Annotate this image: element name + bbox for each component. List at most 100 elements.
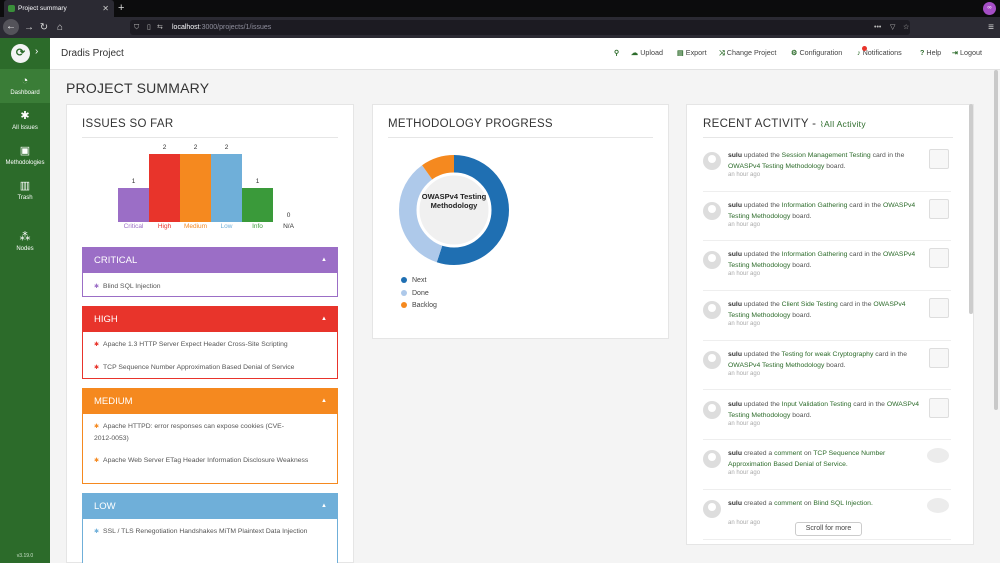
issue-group-header-critical[interactable]: CRITICAL ▲ xyxy=(83,248,337,273)
activity-scrollbar[interactable] xyxy=(969,104,973,314)
activity-target-link[interactable]: OWASPv4 Testing Methodology xyxy=(728,163,824,170)
activity-text: sulu updated the Input Validation Testin… xyxy=(728,399,928,421)
browser-tab[interactable]: Project summary ✕ xyxy=(4,0,114,17)
logout-button[interactable]: ⇥ Logout xyxy=(952,48,982,57)
issue-link[interactable]: ✱ SSL / TLS Renegotiation Handshakes MiTM… xyxy=(94,526,309,538)
export-button[interactable]: ▤ Export xyxy=(677,48,707,57)
permissions-icon[interactable]: ⇆ xyxy=(157,20,163,35)
issue-group-high: HIGH ▲ ✱ Apache 1.3 HTTP Server Expect Hea… xyxy=(82,306,338,379)
dradis-logo-icon[interactable]: ⟳ xyxy=(11,44,30,63)
sidebar-item-label: Dashboard xyxy=(10,90,40,96)
collapse-caret-icon[interactable]: ▲ xyxy=(321,307,327,332)
activity-target-link[interactable]: Information Gathering xyxy=(782,202,848,209)
collapse-caret-icon[interactable]: ▲ xyxy=(321,389,327,414)
url-bar[interactable]: localhost:3000/projects/1/issues xyxy=(130,20,910,35)
card-thumbnail-icon xyxy=(929,397,949,418)
activity-target-link[interactable]: comment xyxy=(774,450,802,457)
shield-icon[interactable]: ⛉ xyxy=(134,20,139,35)
legend-item: Next xyxy=(401,275,437,288)
search-button[interactable]: ⚲ xyxy=(614,48,621,57)
configuration-button[interactable]: ⚙ Configuration xyxy=(791,48,842,57)
activity-time: an hour ago xyxy=(728,420,761,427)
issue-link[interactable]: ✱ TCP Sequence Number Approximation Based… xyxy=(94,362,324,374)
sidebar-item-dashboard[interactable]: ◔ Dashboard xyxy=(0,75,50,96)
avatar xyxy=(703,251,721,270)
sidebar-item-nodes[interactable]: ⁂ Nodes xyxy=(0,231,50,252)
issue-group-header-low[interactable]: LOW ▲ xyxy=(83,494,337,519)
activity-target-link[interactable]: Blind SQL Injection. xyxy=(813,500,872,507)
comment-bubble-icon xyxy=(927,448,949,464)
avatar xyxy=(703,350,721,369)
sidebar-item-methodologies[interactable]: ▣ Methodologies xyxy=(0,145,50,166)
issue-link[interactable]: ✱ Apache HTTPD: error responses can expos… xyxy=(94,421,294,444)
activity-title-text: RECENT ACTIVITY - xyxy=(703,118,817,130)
home-button-icon[interactable]: ⌂ xyxy=(53,17,67,38)
app-version: v3.19.0 xyxy=(16,553,34,559)
new-tab-button[interactable]: + xyxy=(118,0,124,17)
help-label: Help xyxy=(926,48,942,57)
issue-title: Apache 1.3 HTTP Server Expect Header Cro… xyxy=(103,341,288,348)
activity-user: sulu xyxy=(728,251,742,259)
activity-target-link[interactable]: Input Validation Testing xyxy=(782,401,852,408)
issue-title: Blind SQL Injection xyxy=(103,283,161,290)
activity-target-link[interactable]: Session Management Testing xyxy=(782,152,871,159)
page-info-icon[interactable]: ▯ xyxy=(147,20,151,35)
collapse-caret-icon[interactable]: ▲ xyxy=(321,494,327,519)
activity-suffix: board. xyxy=(790,411,812,419)
close-tab-icon[interactable]: ✕ xyxy=(102,0,109,17)
collapse-caret-icon[interactable]: ▲ xyxy=(321,248,327,273)
page-scrollbar[interactable] xyxy=(994,70,998,410)
bug-icon: ✱ xyxy=(94,342,100,348)
sidebar-item-label: Nodes xyxy=(16,246,34,252)
activity-item: sulu updated the Input Validation Testin… xyxy=(703,393,951,441)
bug-icon: ✱ xyxy=(94,284,100,290)
forward-button-icon[interactable]: → xyxy=(22,17,36,38)
shuffle-icon: ⤨ xyxy=(719,48,725,57)
issue-link[interactable]: ✱ Apache 1.3 HTTP Server Expect Header Cr… xyxy=(94,339,324,351)
activity-target-link[interactable]: comment xyxy=(774,500,802,507)
all-activity-link[interactable]: All Activity xyxy=(824,119,866,129)
more-dots-icon[interactable]: ••• xyxy=(874,20,881,35)
sidebar-item-trash[interactable]: ▥ Trash xyxy=(0,180,50,201)
activity-connector: card in the xyxy=(847,201,883,209)
back-button-icon[interactable]: ← xyxy=(3,19,19,35)
browser-profile-icon[interactable]: ∞ xyxy=(983,2,996,15)
sidebar-item-all-issues[interactable]: ✱ All Issues xyxy=(0,110,50,131)
activity-suffix: board. xyxy=(790,262,812,270)
donut-center-label: OWASPv4 Testing Methodology xyxy=(421,192,487,210)
issue-link[interactable]: ✱ Apache Web Server ETag Header Informati… xyxy=(94,455,309,467)
activity-target-link[interactable]: Information Gathering xyxy=(782,251,848,258)
export-icon: ▤ xyxy=(677,48,684,57)
activity-suffix: board. xyxy=(824,163,846,170)
activity-target-link[interactable]: Client Side Testing xyxy=(782,301,838,308)
issue-group-header-medium[interactable]: MEDIUM ▲ xyxy=(83,389,337,414)
logout-label: Logout xyxy=(960,48,983,57)
activity-target-link[interactable]: OWASPv4 Testing Methodology xyxy=(728,362,824,369)
page-title: PROJECT SUMMARY xyxy=(66,80,210,96)
project-name[interactable]: Dradis Project xyxy=(61,48,124,59)
activity-text: sulu created a comment on Blind SQL Inje… xyxy=(728,498,928,509)
upload-label: Upload xyxy=(640,48,663,57)
issue-link[interactable]: ✱ Blind SQL Injection xyxy=(94,281,324,293)
issue-title: Apache Web Server ETag Header Informatio… xyxy=(103,457,309,464)
activity-text: sulu updated the Session Management Test… xyxy=(728,150,928,172)
menu-hamburger-icon[interactable]: ≡ xyxy=(984,17,998,38)
activity-verb: updated the xyxy=(741,400,782,408)
change-project-button[interactable]: ⤨ Change Project xyxy=(719,48,776,58)
group-name: HIGH xyxy=(94,314,118,325)
group-name: MEDIUM xyxy=(94,396,133,407)
scroll-for-more-button[interactable]: Scroll for more xyxy=(795,522,862,536)
help-button[interactable]: ? Help xyxy=(920,48,941,57)
issue-group-header-high[interactable]: HIGH ▲ xyxy=(83,307,337,332)
activity-time: an hour ago xyxy=(728,470,761,477)
pocket-icon[interactable]: ▽ xyxy=(890,20,895,35)
sidebar-toggle-chevron-icon[interactable]: › xyxy=(35,46,38,57)
activity-target-link[interactable]: Testing for weak Cryptography xyxy=(782,351,874,358)
activity-connector: on xyxy=(802,499,814,507)
bug-icon: ✱ xyxy=(20,110,30,122)
reload-button-icon[interactable]: ↻ xyxy=(37,17,51,38)
bookmark-star-icon[interactable]: ☆ xyxy=(903,20,909,35)
methodology-panel-title: METHODOLOGY PROGRESS xyxy=(388,118,553,130)
change-project-label: Change Project xyxy=(726,48,777,57)
upload-button[interactable]: ☁ Upload xyxy=(631,48,663,57)
